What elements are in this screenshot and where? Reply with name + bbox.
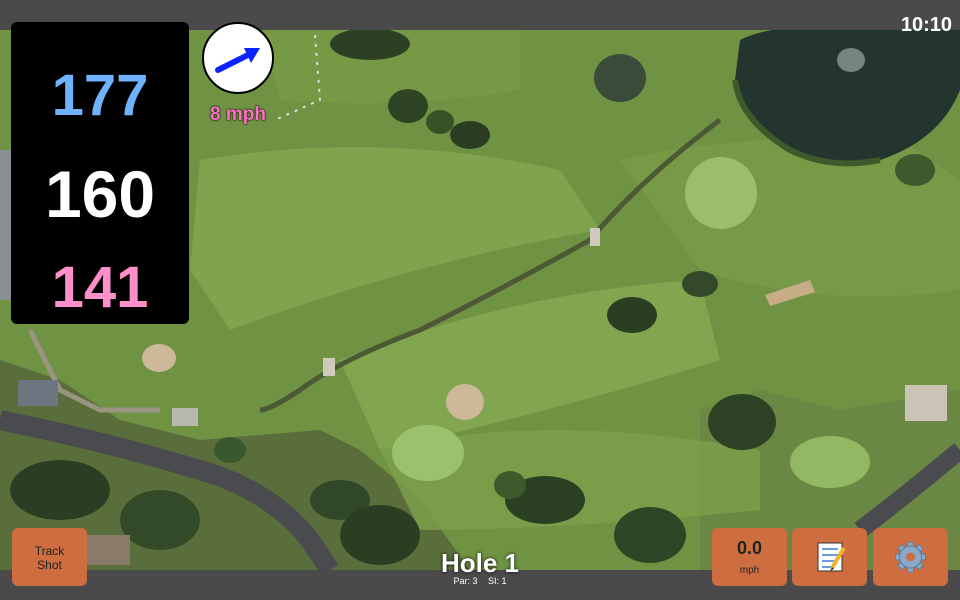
wind-speed-unit: mph	[739, 565, 760, 576]
gear-icon	[895, 541, 926, 573]
settings-button[interactable]	[873, 528, 948, 586]
clock: 10:10	[900, 14, 952, 36]
wind-speed-button[interactable]: 0.0 mph	[712, 528, 787, 586]
notes-button[interactable]	[792, 528, 867, 586]
wind-speed-value: 0.0	[736, 538, 763, 558]
wind-direction-arrow-icon	[215, 48, 260, 73]
track-shot-label-line2: Shot	[37, 558, 62, 572]
center-yardage: 160	[44, 157, 156, 231]
back-yardage: 177	[51, 63, 149, 128]
track-shot-button[interactable]: Track Shot	[12, 528, 87, 586]
wind-indicator	[202, 22, 274, 94]
hole-title: Hole 1	[440, 548, 520, 578]
track-shot-label-line1: Track	[34, 544, 65, 558]
wind-speed-label: 8 mph	[210, 104, 266, 125]
front-yardage: 141	[51, 255, 149, 320]
notepad-icon	[817, 542, 846, 572]
hole-info: Par: 3 SI: 1	[380, 576, 580, 586]
hole-par: Par: 3	[453, 576, 478, 586]
hole-stroke-index: SI: 1	[488, 576, 507, 586]
yardage-panel: 177 160 141	[11, 22, 189, 324]
